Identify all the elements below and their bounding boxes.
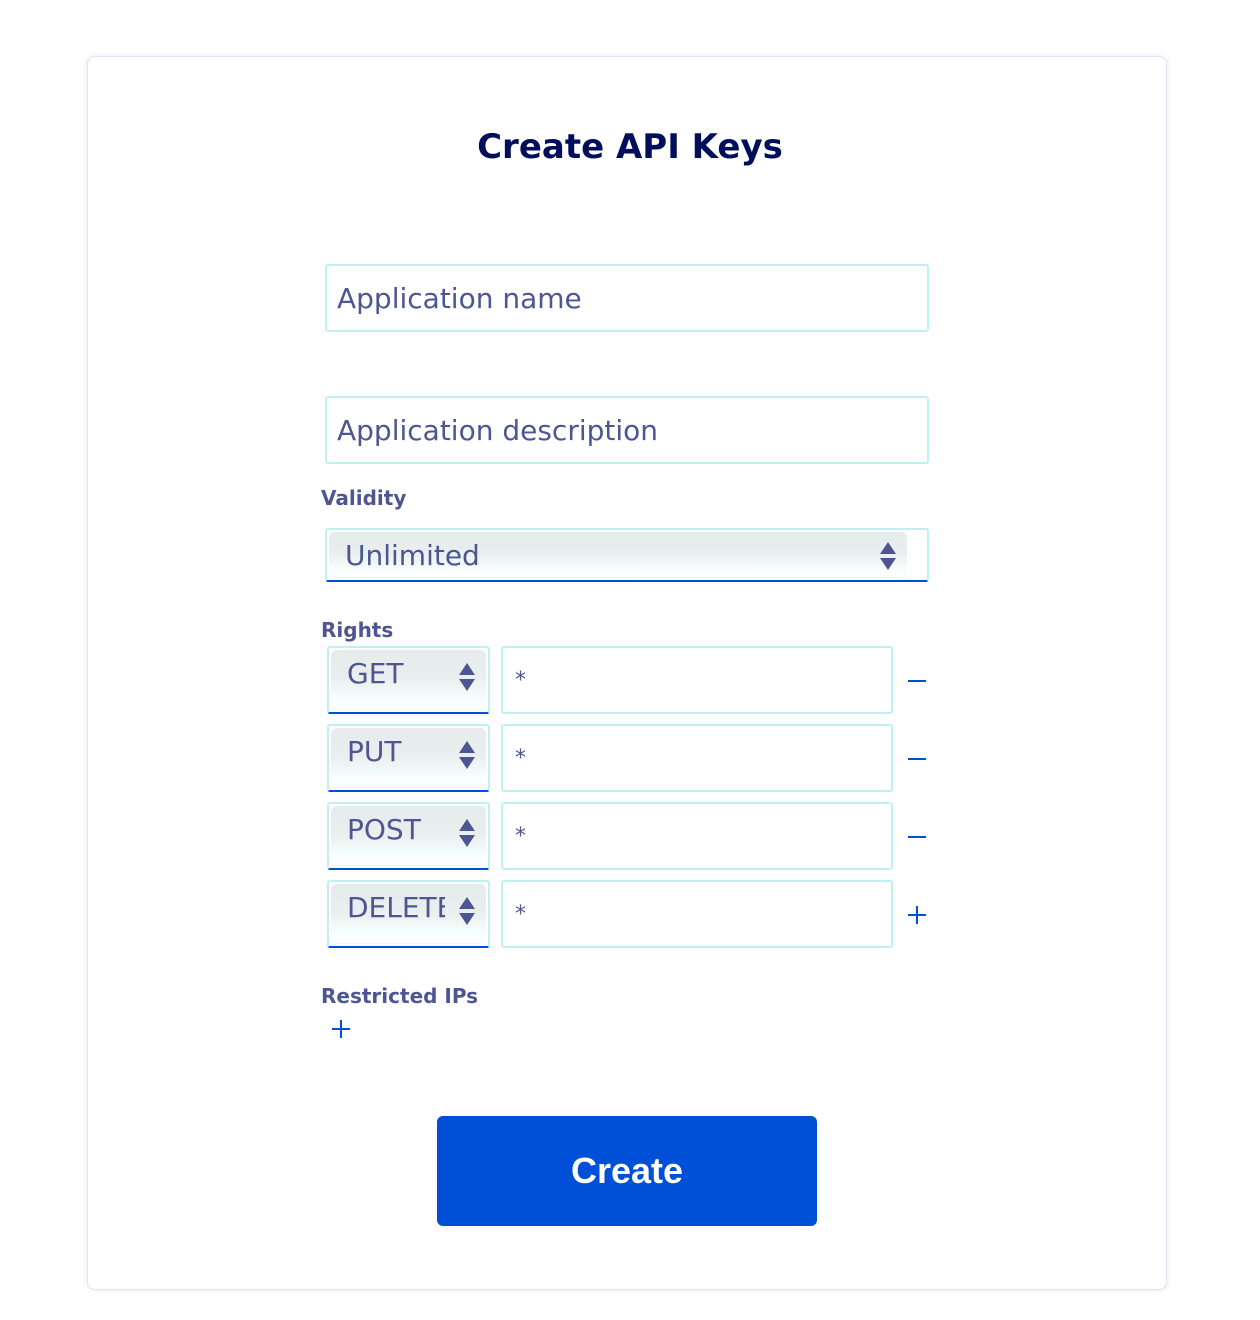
validity-select-value: Unlimited <box>345 539 480 572</box>
rights-method-value: PUT <box>347 735 402 768</box>
up-down-arrows-icon <box>459 819 475 847</box>
rights-method-select[interactable]: POST <box>327 802 490 870</box>
plus-icon <box>332 1020 350 1038</box>
remove-right-button[interactable] <box>903 666 931 694</box>
minus-icon <box>908 836 926 838</box>
up-down-arrows-icon <box>880 542 896 570</box>
remove-right-button[interactable] <box>903 744 931 772</box>
validity-label: Validity <box>321 486 407 510</box>
rights-path-input[interactable] <box>501 724 893 792</box>
rights-method-select[interactable]: DELETE <box>327 880 490 948</box>
rights-label: Rights <box>321 618 394 642</box>
minus-icon <box>908 680 926 682</box>
minus-icon <box>908 758 926 760</box>
page-title: Create API Keys <box>477 127 783 167</box>
application-description-input[interactable] <box>325 396 929 464</box>
rights-method-value: GET <box>347 657 404 690</box>
plus-icon <box>908 906 926 924</box>
up-down-arrows-icon <box>459 741 475 769</box>
up-down-arrows-icon <box>459 663 475 691</box>
up-down-arrows-icon <box>459 897 475 925</box>
validity-select[interactable]: Unlimited <box>325 528 929 582</box>
add-right-button[interactable] <box>903 900 931 928</box>
rights-method-select[interactable]: PUT <box>327 724 490 792</box>
create-button[interactable]: Create <box>437 1116 817 1226</box>
rights-path-input[interactable] <box>501 802 893 870</box>
rights-method-select[interactable]: GET <box>327 646 490 714</box>
rights-path-input[interactable] <box>501 646 893 714</box>
remove-right-button[interactable] <box>903 822 931 850</box>
rights-method-value: POST <box>347 813 421 846</box>
application-name-input[interactable] <box>325 264 929 332</box>
add-restricted-ip-button[interactable] <box>327 1015 355 1043</box>
rights-method-value: DELETE <box>347 891 445 924</box>
restricted-ips-label: Restricted IPs <box>321 984 479 1008</box>
rights-path-input[interactable] <box>501 880 893 948</box>
